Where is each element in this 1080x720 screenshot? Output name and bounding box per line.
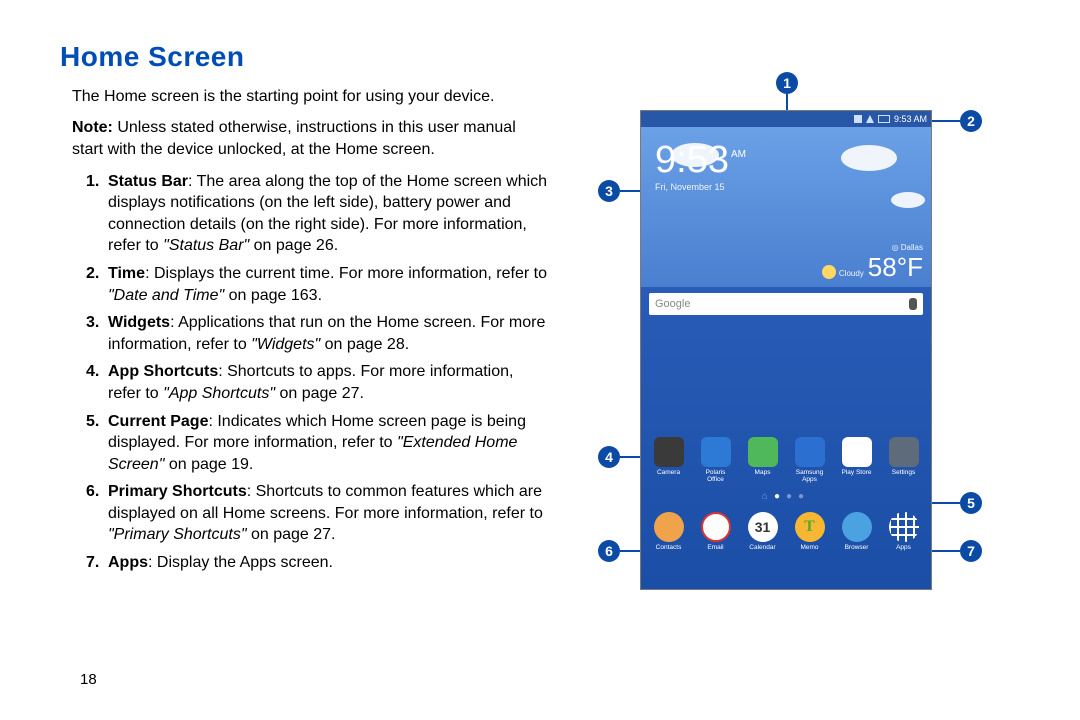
note-lead: Note: — [72, 119, 113, 136]
shortcut-contacts[interactable]: Contacts — [651, 512, 687, 551]
app-playstore[interactable]: Play Store — [839, 437, 875, 483]
shortcut-apps[interactable]: Apps — [886, 512, 922, 551]
clock-widget: 9:53AM Fri, November 15 — [655, 139, 744, 192]
primary-shortcuts-row: Contacts @Email 31Calendar TMemo Browser… — [641, 508, 931, 559]
app-maps[interactable]: Maps — [745, 437, 781, 483]
list-item: Widgets: Applications that run on the Ho… — [86, 312, 550, 355]
memo-icon: T — [795, 512, 825, 542]
list-item: Time: Displays the current time. For mor… — [86, 263, 550, 306]
page-indicator: ⌂●●● — [641, 485, 931, 508]
battery-icon — [878, 115, 890, 123]
shortcut-calendar[interactable]: 31Calendar — [745, 512, 781, 551]
device-mock: 9:53 AM 9:53AM Fri, November 15 ◎ Dallas… — [640, 110, 932, 590]
email-icon: @ — [701, 512, 731, 542]
callout-7: 7 — [960, 540, 982, 562]
callout-1: 1 — [776, 72, 798, 94]
list-item: Status Bar: The area along the top of th… — [86, 171, 550, 257]
callout-6: 6 — [598, 540, 620, 562]
list-item: Current Page: Indicates which Home scree… — [86, 411, 550, 476]
wallpaper: 9:53AM Fri, November 15 ◎ Dallas Cloudy5… — [641, 127, 931, 287]
shortcut-email[interactable]: @Email — [698, 512, 734, 551]
calendar-icon: 31 — [748, 512, 778, 542]
definitions-list: Status Bar: The area along the top of th… — [86, 171, 550, 574]
app-settings[interactable]: Settings — [886, 437, 922, 483]
list-item: Primary Shortcuts: Shortcuts to common f… — [86, 481, 550, 546]
app-samsung[interactable]: Samsung Apps — [792, 437, 828, 483]
note-body: Unless stated otherwise, instructions in… — [72, 119, 516, 158]
callout-2: 2 — [960, 110, 982, 132]
weather-widget: ◎ Dallas Cloudy58°F — [822, 243, 923, 283]
status-bar: 9:53 AM — [641, 111, 931, 127]
shortcut-memo[interactable]: TMemo — [792, 512, 828, 551]
page-title: Home Screen — [60, 38, 550, 76]
app-polaris[interactable]: Polaris Office — [698, 437, 734, 483]
callout-5: 5 — [960, 492, 982, 514]
shortcut-browser[interactable]: Browser — [839, 512, 875, 551]
intro-text: The Home screen is the starting point fo… — [72, 86, 550, 108]
apps-grid-icon — [889, 512, 919, 542]
list-item: App Shortcuts: Shortcuts to apps. For mo… — [86, 361, 550, 404]
callout-3: 3 — [598, 180, 620, 202]
wifi-icon — [866, 115, 874, 123]
page-number: 18 — [80, 671, 97, 688]
status-time: 9:53 AM — [894, 114, 927, 124]
figure: 9:53 AM 9:53AM Fri, November 15 ◎ Dallas… — [560, 0, 1080, 720]
signal-icon — [854, 115, 862, 123]
cloud-icon — [841, 145, 897, 171]
callout-4: 4 — [598, 446, 620, 468]
app-camera[interactable]: Camera — [651, 437, 687, 483]
sun-icon — [822, 265, 836, 279]
mic-icon — [909, 298, 917, 310]
app-shortcuts-row: Camera Polaris Office Maps Samsung Apps … — [641, 433, 931, 485]
list-item: Apps: Display the Apps screen. — [86, 552, 550, 574]
google-search-bar[interactable]: Google — [649, 293, 923, 315]
note-text: Note: Unless stated otherwise, instructi… — [72, 117, 550, 160]
cloud-icon — [891, 192, 925, 208]
